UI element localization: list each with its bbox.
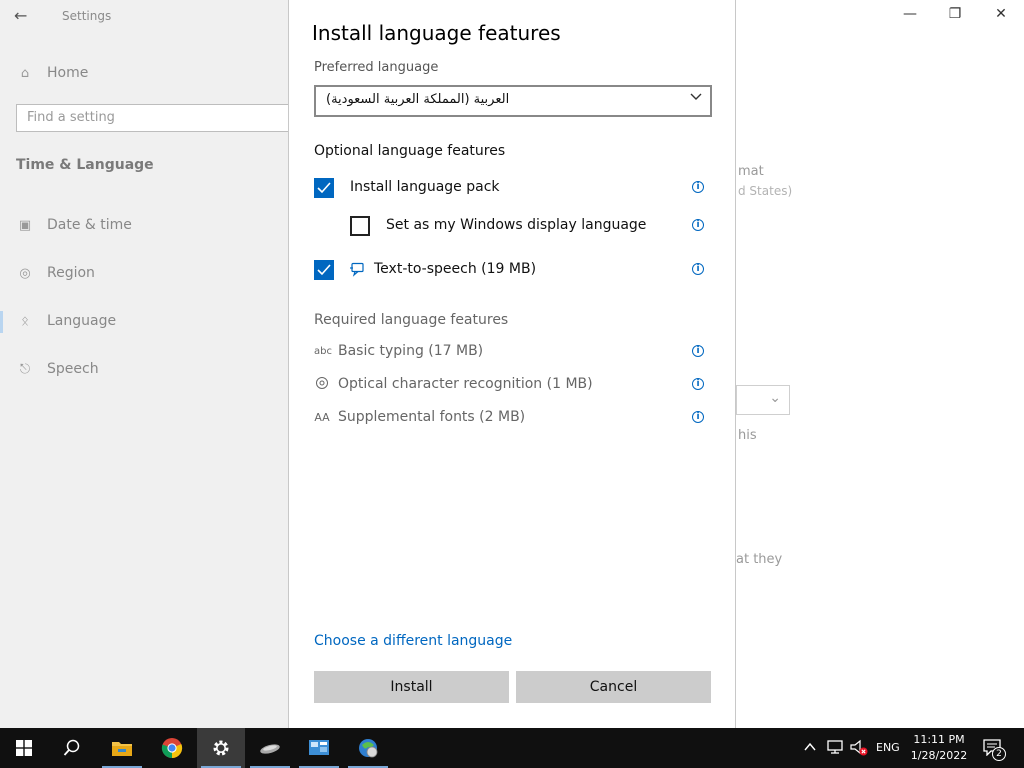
fonts-icon: AA bbox=[314, 410, 330, 424]
cancel-button[interactable]: Cancel bbox=[516, 671, 711, 703]
display-language-label: Set as my Windows display language bbox=[386, 217, 647, 233]
settings-title: Settings bbox=[62, 9, 112, 23]
info-icon[interactable]: i bbox=[692, 263, 704, 275]
partial-dropdown[interactable]: ⌄ bbox=[736, 385, 790, 415]
display-language-checkbox[interactable] bbox=[350, 216, 370, 236]
back-arrow-icon[interactable]: ← bbox=[14, 6, 27, 25]
install-language-pack-checkbox[interactable] bbox=[314, 178, 334, 198]
partial-text: mat bbox=[738, 164, 764, 179]
text-to-speech-label: Text-to-speech (19 MB) bbox=[374, 261, 537, 277]
sidebar-item-home[interactable]: ⌂ Home bbox=[16, 61, 88, 85]
active-indicator bbox=[0, 311, 3, 333]
info-icon[interactable]: i bbox=[692, 181, 704, 193]
show-hidden-icons-chevron-up-icon[interactable] bbox=[804, 742, 816, 752]
language-icon: ᛟ bbox=[21, 313, 29, 329]
section-heading: Time & Language bbox=[16, 157, 154, 173]
partial-text: his bbox=[738, 428, 757, 443]
network-icon[interactable] bbox=[826, 739, 844, 755]
calendar-icon: ▣ bbox=[18, 217, 32, 233]
required-item-label: Optical character recognition (1 MB) bbox=[338, 376, 593, 392]
settings-content-area bbox=[736, 0, 1024, 728]
chevron-down-icon bbox=[690, 93, 702, 100]
sidebar-item-label: Region bbox=[47, 265, 95, 281]
preferred-language-select[interactable]: العربية (المملكة العربية السعودية) bbox=[314, 85, 712, 117]
sidebar-item-label: Speech bbox=[47, 361, 99, 377]
clock-date: 1/28/2022 bbox=[910, 749, 968, 762]
search-icon[interactable] bbox=[48, 728, 96, 768]
ocr-icon bbox=[314, 376, 330, 393]
keyboard-abc-icon: abc bbox=[314, 345, 332, 357]
required-features-heading: Required language features bbox=[314, 312, 509, 328]
app-icon[interactable] bbox=[246, 728, 294, 768]
file-explorer-icon[interactable] bbox=[98, 728, 146, 768]
sidebar-item-language[interactable]: ᛟ Language bbox=[16, 309, 116, 333]
input-language-indicator[interactable]: ENG bbox=[876, 741, 900, 754]
microphone-icon: ⎋ bbox=[19, 361, 31, 377]
sidebar-item-date-time[interactable]: ▣ Date & time bbox=[16, 213, 132, 237]
speech-bubble-icon bbox=[350, 262, 364, 277]
choose-different-language-link[interactable]: Choose a different language bbox=[314, 633, 512, 649]
checkmark-icon bbox=[317, 264, 331, 276]
clock[interactable]: 11:11 PM 1/28/2022 bbox=[905, 732, 973, 764]
notification-count-badge: 2 bbox=[992, 747, 1006, 761]
start-icon[interactable] bbox=[0, 728, 48, 768]
required-item-ocr: Optical character recognition (1 MB) bbox=[314, 374, 593, 394]
optional-features-heading: Optional language features bbox=[314, 143, 506, 159]
sidebar-item-label: Language bbox=[47, 313, 117, 329]
restore-button[interactable]: ❐ bbox=[943, 6, 967, 28]
control-panel-icon[interactable] bbox=[295, 728, 343, 768]
partial-text: at they bbox=[736, 552, 783, 567]
required-item-label: Supplemental fonts (2 MB) bbox=[338, 409, 526, 425]
home-icon: ⌂ bbox=[20, 65, 30, 81]
chrome-icon[interactable] bbox=[148, 728, 196, 768]
checkmark-icon bbox=[317, 182, 331, 194]
search-input[interactable]: Find a setting bbox=[16, 104, 291, 132]
sidebar-item-speech[interactable]: ⎋ Speech bbox=[16, 357, 99, 381]
settings-icon[interactable] bbox=[197, 728, 245, 768]
text-to-speech-checkbox[interactable] bbox=[314, 260, 334, 280]
sidebar-item-region[interactable]: ◎ Region bbox=[16, 261, 95, 285]
info-icon[interactable]: i bbox=[692, 378, 704, 390]
required-item-fonts: AA Supplemental fonts (2 MB) bbox=[314, 407, 525, 427]
required-item-label: Basic typing (17 MB) bbox=[338, 343, 484, 359]
clock-time: 11:11 PM bbox=[913, 733, 965, 746]
info-icon[interactable]: i bbox=[692, 411, 704, 423]
required-item-basic-typing: abc Basic typing (17 MB) bbox=[314, 341, 483, 361]
minimize-button[interactable]: — bbox=[898, 6, 922, 28]
action-center-button[interactable]: 2 bbox=[982, 738, 1008, 761]
info-icon[interactable]: i bbox=[692, 219, 704, 231]
globe-icon: ◎ bbox=[19, 265, 31, 281]
close-button[interactable]: ✕ bbox=[989, 6, 1013, 28]
dialog-title: Install language features bbox=[312, 21, 561, 45]
install-button[interactable]: Install bbox=[314, 671, 509, 703]
partial-text: d States) bbox=[738, 184, 793, 198]
browser-icon[interactable] bbox=[344, 728, 392, 768]
select-value: العربية (المملكة العربية السعودية) bbox=[326, 92, 510, 107]
info-icon[interactable]: i bbox=[692, 345, 704, 357]
sidebar-item-label: Date & time bbox=[47, 217, 132, 233]
install-language-dialog: Install language features Preferred lang… bbox=[288, 0, 736, 728]
preferred-language-label: Preferred language bbox=[314, 60, 439, 75]
volume-muted-icon[interactable] bbox=[849, 739, 869, 757]
install-language-pack-label: Install language pack bbox=[350, 179, 500, 195]
sidebar-item-label: Home bbox=[47, 65, 89, 81]
